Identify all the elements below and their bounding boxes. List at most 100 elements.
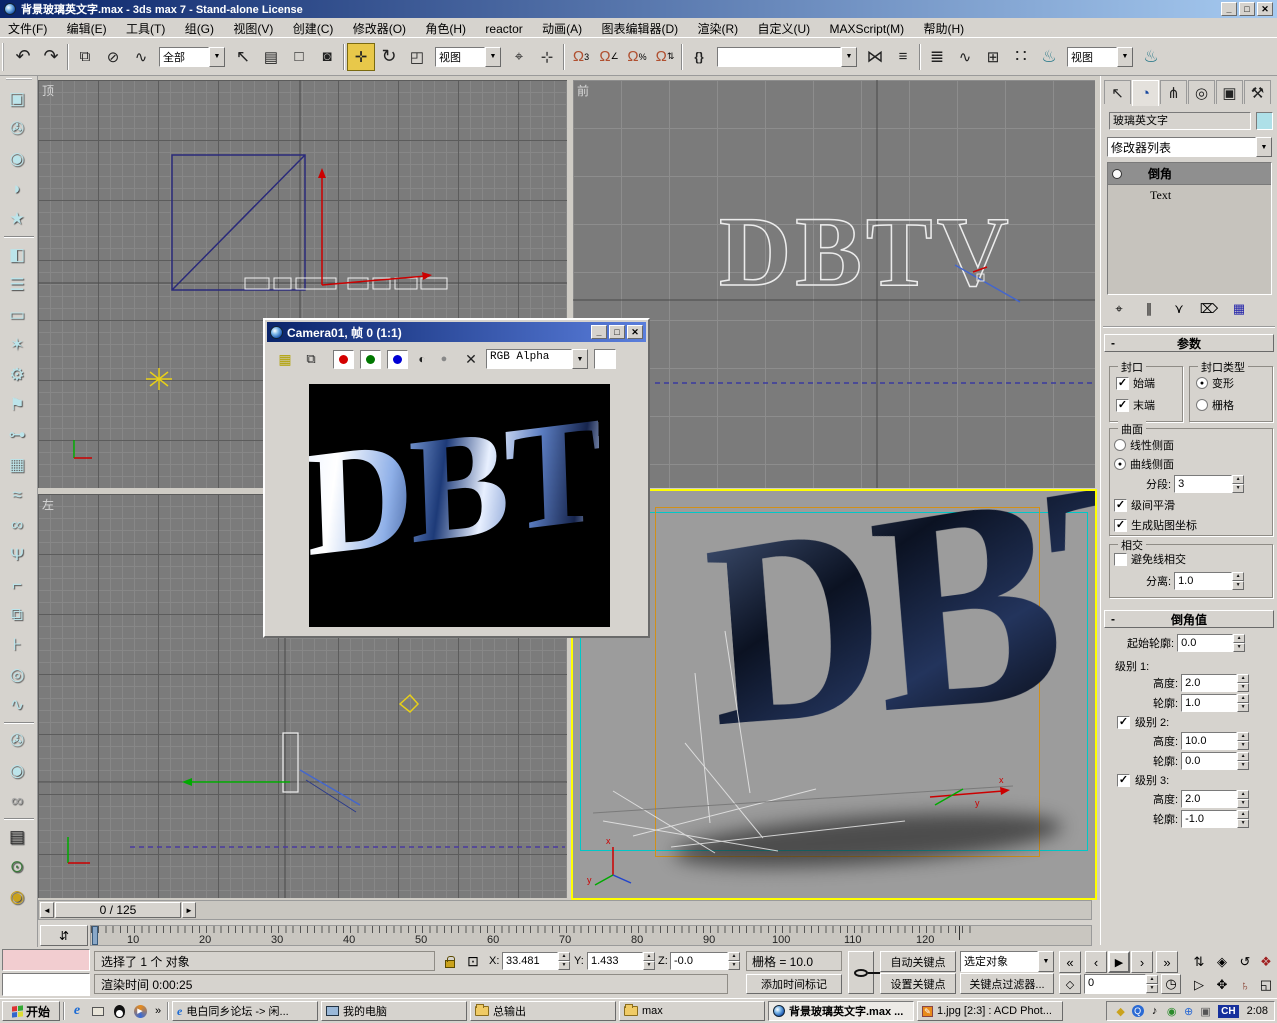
stack-item-text[interactable]: Text — [1108, 185, 1271, 205]
cloth-modifier-icon[interactable]: ✇ — [0, 726, 34, 756]
alpha-channel-icon[interactable]: ● — [436, 349, 452, 369]
y-spinner[interactable]: ▲▼ — [643, 952, 655, 970]
cloth-collection-icon[interactable]: ✇ — [0, 114, 34, 144]
zoom-all-icon[interactable]: ↺ — [1234, 951, 1256, 973]
rigid-body-collection-icon[interactable]: ▣ — [0, 84, 34, 114]
cap-type-grid-radio[interactable] — [1196, 399, 1208, 411]
tab-display[interactable]: ▣ — [1216, 80, 1243, 104]
spinner-snap-icon[interactable]: Ω⇅ — [651, 43, 679, 71]
level1-outline-field[interactable]: 1.0 — [1181, 694, 1237, 712]
named-selection-sets-icon[interactable]: {} — [685, 43, 713, 71]
move-gizmo[interactable] — [318, 168, 432, 285]
clock[interactable]: 2:08 — [1247, 1005, 1268, 1017]
maxscript-mini-listener-white[interactable] — [2, 973, 90, 996]
monochrome-icon[interactable]: ◐ — [414, 349, 430, 369]
modifier-list-dropdown[interactable]: 修改器列表 ▼ — [1107, 137, 1272, 157]
cap-end-checkbox[interactable]: ✓ — [1116, 399, 1129, 412]
clear-icon[interactable]: ✕ — [462, 349, 480, 369]
menu-create[interactable]: 创建(C) — [285, 18, 342, 39]
background-color-swatch[interactable] — [594, 349, 616, 369]
dropdown-arrow-icon[interactable]: ▼ — [1117, 47, 1133, 67]
select-and-rotate-icon[interactable]: ↻ — [375, 43, 403, 71]
viewport-front[interactable]: 前 DBTV — [573, 80, 1095, 488]
render-frame-window[interactable]: Camera01, 帧 0 (1:1) _ □ ✕ ▦ ⧉ ◐ ● ✕ RGB … — [263, 318, 650, 638]
curved-sides-radio[interactable]: ● — [1114, 458, 1126, 470]
menu-maxscript[interactable]: MAXScript(M) — [822, 20, 913, 38]
selection-lock-button[interactable] — [440, 951, 460, 971]
current-frame-field[interactable]: 0 — [1084, 974, 1146, 994]
tab-modify[interactable]: ◔ — [1132, 80, 1159, 106]
maximize-button[interactable]: □ — [609, 325, 625, 339]
zoom-extents-icon[interactable]: ◈ — [1211, 951, 1233, 973]
avoid-crossing-checkbox[interactable] — [1114, 553, 1127, 566]
next-frame-button[interactable]: › — [1131, 951, 1153, 973]
channel-display-dropdown[interactable]: RGB Alpha ▼ — [486, 349, 588, 369]
fan-helper-icon[interactable]: ✶ — [0, 330, 34, 360]
linear-sides-radio[interactable] — [1114, 439, 1126, 451]
menu-modifiers[interactable]: 修改器(O) — [345, 18, 414, 39]
menu-edit[interactable]: 编辑(E) — [59, 18, 115, 39]
maximize-button[interactable]: □ — [1239, 2, 1255, 16]
viewport-top-label[interactable]: 顶 — [42, 82, 54, 99]
task-button-max-folder[interactable]: max — [619, 1001, 765, 1021]
dropdown-arrow-icon[interactable]: ▼ — [1038, 951, 1054, 972]
tray-antivirus-icon[interactable]: ◆ — [1113, 1005, 1128, 1018]
soft-body-modifier-icon[interactable]: ◉ — [0, 756, 34, 786]
quicklaunch-ie-icon[interactable]: e — [68, 1002, 86, 1020]
menu-reactor[interactable]: reactor — [477, 20, 530, 38]
start-button[interactable]: 开始 — [2, 1001, 60, 1021]
key-mode-toggle-button[interactable]: ◇ — [1059, 974, 1081, 994]
bevel-rollout-header[interactable]: - 倒角值 — [1104, 610, 1274, 628]
arc-rotate-icon[interactable]: ♄ — [1234, 974, 1256, 996]
tray-network-globe-icon[interactable]: ⊕ — [1181, 1005, 1196, 1018]
go-to-start-button[interactable]: « — [1059, 951, 1081, 973]
blue-channel-button[interactable] — [387, 350, 408, 369]
smooth-levels-checkbox[interactable]: ✓ — [1114, 499, 1127, 512]
close-button[interactable]: ✕ — [627, 325, 643, 339]
task-button-output-folder[interactable]: 总输出 — [470, 1001, 616, 1021]
select-and-manipulate-icon[interactable]: ⊹ — [533, 43, 561, 71]
select-object-icon[interactable]: ↖ — [229, 43, 257, 71]
separation-spinner[interactable]: ▲▼ — [1232, 572, 1244, 590]
clone-window-icon[interactable]: ⧉ — [301, 349, 321, 369]
set-key-button[interactable]: 设置关键点 — [880, 973, 956, 994]
level3-height-spinner[interactable]: ▲▼ — [1237, 790, 1249, 808]
params-rollout-header[interactable]: - 参数 — [1104, 334, 1274, 352]
start-outline-field[interactable]: 0.0 — [1177, 634, 1233, 652]
tray-network-icon[interactable]: ▣ — [1198, 1005, 1213, 1018]
schematic-view-icon[interactable]: ⊞ — [979, 43, 1007, 71]
prismatic-constraint-icon[interactable]: ⊦ — [0, 630, 34, 660]
segments-field[interactable]: 3 — [1174, 475, 1232, 493]
play-button[interactable]: ▶ — [1108, 951, 1130, 973]
time-slider-track[interactable]: ◄ 0 / 125 ► — [38, 900, 1092, 920]
zoom-extents-all-icon[interactable]: ❖ — [1255, 951, 1277, 973]
level3-checkbox[interactable]: ✓ — [1117, 774, 1130, 787]
pin-stack-icon[interactable]: ⌖ — [1107, 300, 1131, 318]
viewport-left-label[interactable]: 左 — [42, 496, 54, 513]
previous-frame-button[interactable]: ‹ — [1085, 951, 1107, 973]
time-slider-handle[interactable]: 0 / 125 — [55, 902, 181, 918]
toolbar-grip[interactable] — [6, 78, 32, 82]
select-by-name-icon[interactable]: ▤ — [257, 43, 285, 71]
go-to-end-button[interactable]: » — [1156, 951, 1178, 973]
rope-modifier-icon[interactable]: ∞ — [0, 786, 34, 816]
level2-outline-spinner[interactable]: ▲▼ — [1237, 752, 1249, 770]
x-spinner[interactable]: ▲▼ — [558, 952, 570, 970]
task-button-3dsmax-active[interactable]: 背景玻璃英文字.max ... — [768, 1001, 914, 1021]
dropdown-arrow-icon[interactable]: ▼ — [841, 47, 857, 67]
maxscript-mini-listener-pink[interactable] — [2, 949, 90, 971]
set-keys-button[interactable] — [848, 951, 874, 994]
task-button-my-computer[interactable]: 我的电脑 — [321, 1001, 467, 1021]
make-unique-icon[interactable]: ⋎ — [1167, 300, 1191, 318]
close-button[interactable]: ✕ — [1257, 2, 1273, 16]
level3-outline-spinner[interactable]: ▲▼ — [1237, 810, 1249, 828]
auto-key-button[interactable]: 自动关键点 — [880, 951, 956, 972]
curve-editor-icon[interactable]: ∿ — [951, 43, 979, 71]
tray-signal-icon[interactable]: ◉ — [1164, 1005, 1179, 1018]
select-and-link-icon[interactable]: ⧉ — [71, 43, 99, 71]
min-max-toggle-icon[interactable]: ◱ — [1255, 974, 1277, 996]
tray-volume-icon[interactable]: ♪ — [1147, 1005, 1162, 1017]
show-end-result-icon[interactable]: ∥ — [1137, 300, 1161, 318]
material-editor-icon[interactable]: ∷ — [1007, 43, 1035, 71]
level3-height-field[interactable]: 2.0 — [1181, 790, 1237, 808]
